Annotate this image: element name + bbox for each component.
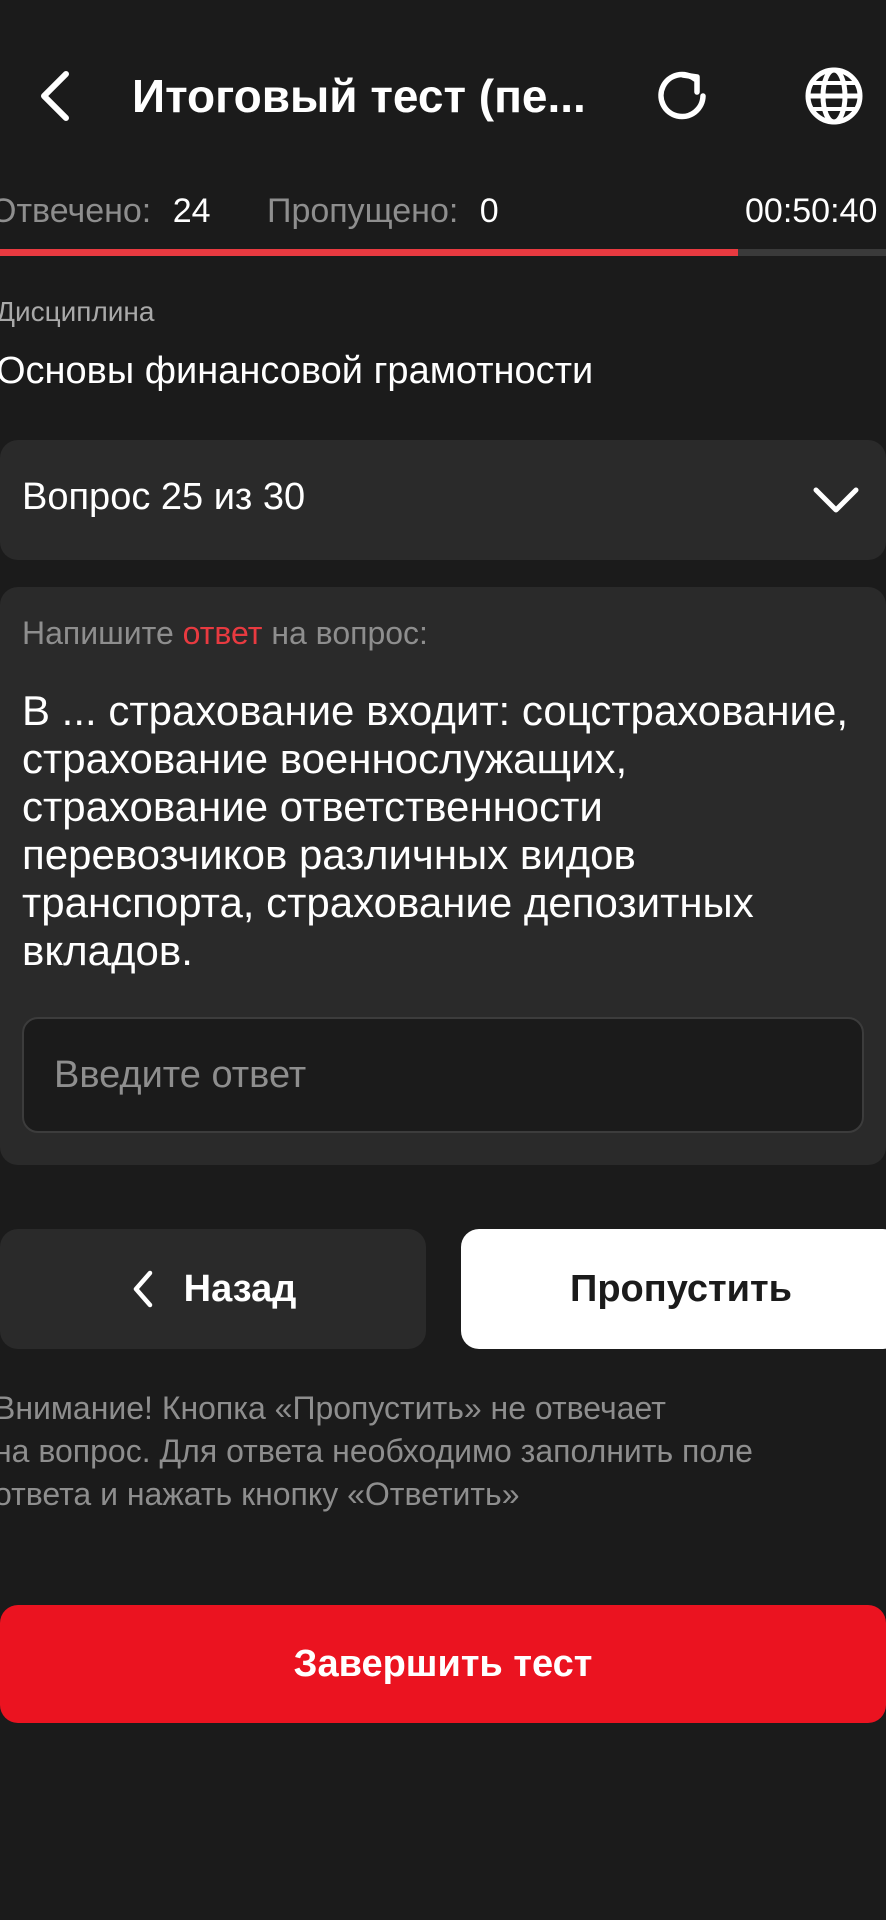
- page-title: Итоговый тест (пе...: [132, 70, 586, 122]
- test-stats: Отвечено: 24 Пропущено: 0 00:50:40: [0, 186, 886, 236]
- answer-input[interactable]: [22, 1017, 864, 1133]
- finish-test-button[interactable]: Завершить тест: [0, 1605, 886, 1723]
- globe-icon: [805, 67, 863, 125]
- chevron-down-icon: [808, 474, 864, 526]
- header: Итоговый тест (пе...: [0, 0, 886, 190]
- progress-bar: [0, 249, 886, 256]
- answered-value: 24: [172, 192, 211, 230]
- back-button[interactable]: Назад: [0, 1229, 426, 1349]
- skip-warning: Внимание! Кнопка «Пропустить» не отвечае…: [0, 1390, 753, 1512]
- question-text: В ... страхование входит: соцстрахование…: [22, 687, 849, 974]
- skipped-label: Пропущено:: [267, 192, 459, 230]
- skipped-count: Пропущено: 0: [267, 186, 499, 236]
- skipped-value: 0: [479, 192, 499, 230]
- language-button[interactable]: [800, 62, 868, 130]
- question-prompt: Напишите ответ на вопрос:: [22, 615, 428, 652]
- skip-button[interactable]: Пропустить: [461, 1229, 886, 1349]
- discipline-label: Дисциплина: [0, 296, 155, 327]
- chevron-left-icon: [41, 71, 69, 121]
- skip-button-label: Пропустить: [570, 1267, 792, 1310]
- finish-test-label: Завершить тест: [293, 1642, 593, 1685]
- timer: 00:50:40: [745, 192, 878, 230]
- refresh-button[interactable]: [650, 62, 718, 130]
- progress-fill: [0, 249, 739, 256]
- back-nav-button[interactable]: [22, 64, 86, 128]
- question-card: Напишите ответ на вопрос: В ... страхова…: [0, 587, 886, 1165]
- answered-count: Отвечено: 24: [0, 186, 211, 236]
- prompt-accent: ответ: [182, 615, 263, 651]
- question-number: Вопрос 25 из 30: [22, 476, 306, 518]
- chevron-left-icon: [133, 1270, 152, 1308]
- question-selector[interactable]: Вопрос 25 из 30: [0, 440, 886, 560]
- answered-label: Отвечено:: [0, 192, 152, 230]
- refresh-icon: [658, 71, 706, 120]
- prompt-text-end: на вопрос:: [262, 615, 428, 651]
- discipline-name: Основы финансовой грамотности: [0, 350, 594, 392]
- back-button-label: Назад: [183, 1267, 297, 1310]
- prompt-text-start: Напишите: [22, 615, 183, 651]
